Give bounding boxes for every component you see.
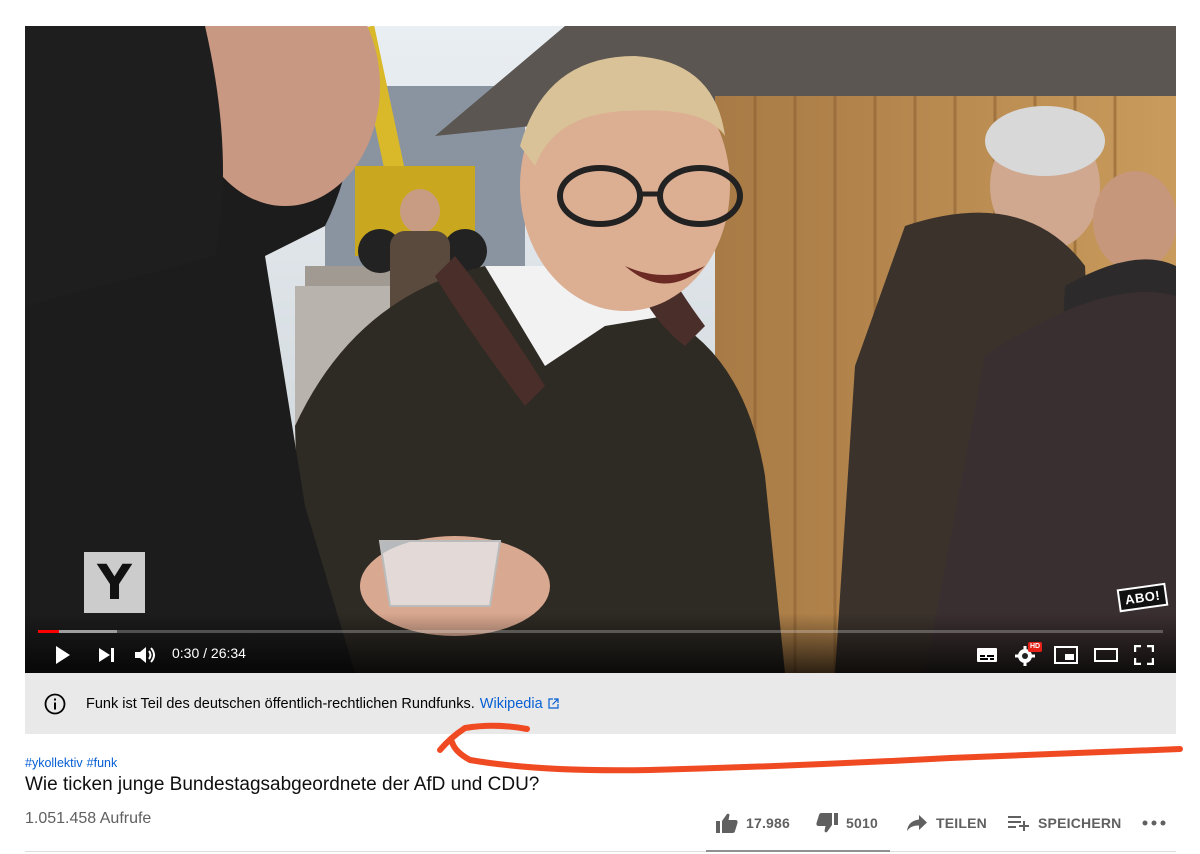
next-button[interactable]	[93, 640, 121, 670]
hashtag-link[interactable]: #funk	[87, 756, 118, 770]
more-actions-button[interactable]	[1142, 810, 1166, 836]
time-display: 0:30 / 26:34	[172, 645, 246, 661]
like-button[interactable]: 17.986	[716, 810, 790, 836]
channel-watermark[interactable]: Y	[84, 552, 145, 613]
miniplayer-button[interactable]	[1051, 640, 1081, 670]
player-controls-bar	[25, 613, 1176, 673]
info-icon	[44, 693, 66, 714]
thumbs-down-icon	[816, 813, 838, 833]
theater-mode-icon	[1094, 648, 1118, 662]
subtitles-icon	[977, 648, 997, 662]
video-frame[interactable]	[25, 26, 1176, 673]
like-count: 17.986	[746, 815, 791, 831]
more-icon	[1142, 820, 1166, 826]
thumbs-up-icon	[716, 813, 738, 833]
info-panel-text: Funk ist Teil des deutschen öffentlich-r…	[86, 695, 475, 712]
wikipedia-link[interactable]: Wikipedia	[480, 696, 543, 712]
settings-button[interactable]: HD	[1011, 640, 1043, 670]
fullscreen-icon	[1134, 645, 1154, 665]
information-panel: Funk ist Teil des deutschen öffentlich-r…	[25, 673, 1176, 734]
video-player[interactable]: Y ABO! 0:30 / 26:34 HD	[25, 26, 1176, 673]
share-label: TEILEN	[936, 815, 987, 831]
save-button[interactable]: SPEICHERN	[1008, 810, 1121, 836]
view-count: 1.051.458 Aufrufe	[25, 810, 152, 827]
volume-icon	[135, 647, 155, 663]
play-icon	[56, 646, 70, 664]
theater-mode-button[interactable]	[1091, 640, 1121, 670]
share-icon	[907, 815, 927, 831]
next-icon	[99, 648, 114, 662]
external-link-icon[interactable]	[548, 698, 559, 709]
save-label: SPEICHERN	[1038, 815, 1122, 831]
volume-button[interactable]	[131, 640, 161, 670]
add-to-playlist-icon	[1008, 816, 1029, 831]
subtitles-button[interactable]	[972, 640, 1002, 670]
dislike-button[interactable]: 5010	[816, 810, 878, 836]
progress-bar[interactable]	[38, 630, 1163, 633]
play-button[interactable]	[49, 640, 77, 670]
dislike-count: 5010	[846, 815, 878, 831]
progress-played	[38, 630, 60, 633]
hd-badge: HD	[1028, 642, 1043, 652]
share-button[interactable]: TEILEN	[906, 810, 987, 836]
miniplayer-icon	[1054, 646, 1078, 664]
hashtags: #ykollektiv #funk	[25, 756, 121, 770]
divider	[25, 851, 1176, 852]
video-title: Wie ticken junge Bundestagsabgeordnete d…	[25, 774, 540, 795]
fullscreen-button[interactable]	[1129, 640, 1159, 670]
sentiment-bar	[706, 850, 890, 852]
hashtag-link[interactable]: #ykollektiv	[25, 756, 83, 770]
